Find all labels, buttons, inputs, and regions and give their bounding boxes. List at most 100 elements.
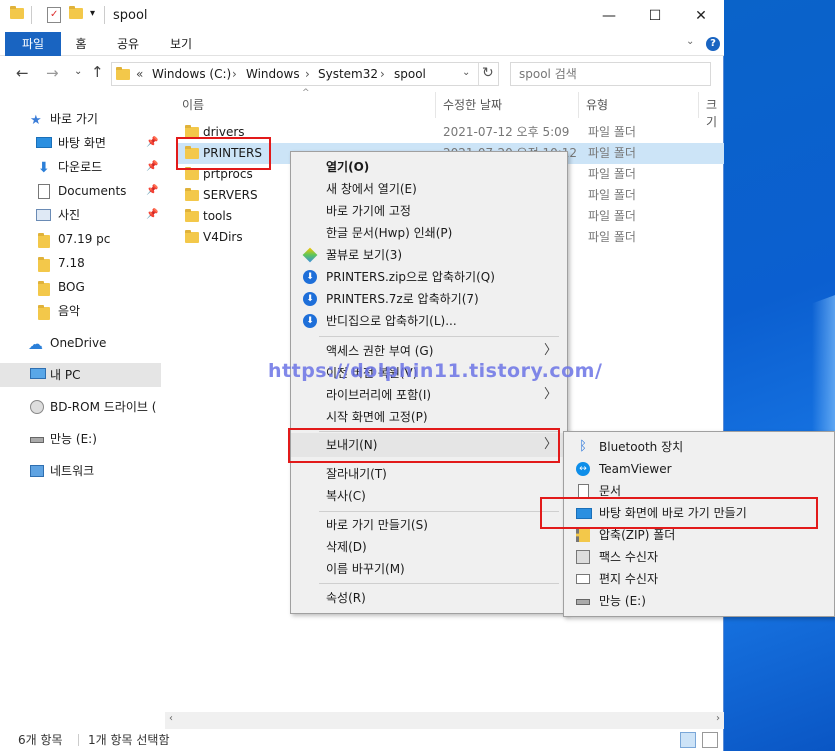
window-title: spool	[113, 8, 148, 23]
sendto-teamviewer[interactable]: ↔ TeamViewer	[564, 458, 834, 480]
chevron-right-icon: 〉	[543, 387, 557, 402]
maximize-button[interactable]: ☐	[632, 0, 678, 32]
minimize-button[interactable]: —	[586, 0, 632, 32]
menu-properties[interactable]: 속성(R)	[291, 587, 567, 609]
nav-bd-rom[interactable]: BD-ROM 드라이브 (	[0, 396, 161, 418]
menu-cut[interactable]: 잘라내기(T)	[291, 463, 567, 485]
honeyview-icon	[302, 247, 318, 263]
menu-delete[interactable]: 삭제(D)	[291, 536, 567, 558]
menu-pin-quick-access[interactable]: 바로 가기에 고정	[291, 200, 567, 222]
chevron-right-icon[interactable]: ›	[305, 67, 310, 81]
menu-bandizip[interactable]: ⬇ 반디집으로 압축하기(L)...	[291, 310, 567, 332]
pin-icon[interactable]: 📌	[146, 204, 158, 226]
forward-arrow-icon[interactable]: →	[46, 64, 59, 82]
nav-drive-e[interactable]: 만능 (E:)	[0, 428, 161, 450]
close-button[interactable]: ✕	[678, 0, 724, 32]
mail-icon	[576, 574, 590, 584]
nav-documents[interactable]: Documents 📌	[0, 180, 161, 202]
tab-share[interactable]: 공유	[110, 32, 146, 56]
up-arrow-icon[interactable]: ↑	[91, 63, 104, 81]
breadcrumb-system32[interactable]: System32	[318, 67, 378, 81]
help-icon[interactable]: ?	[706, 37, 720, 51]
refresh-icon[interactable]: ↻	[482, 65, 494, 81]
menu-open-new-window[interactable]: 새 창에서 열기(E)	[291, 178, 567, 200]
folder-icon	[116, 67, 130, 83]
nav-folder-718[interactable]: 7.18	[0, 252, 161, 274]
menu-honeyview[interactable]: 꿀뷰로 보기(3)	[291, 244, 567, 266]
nav-onedrive[interactable]: ☁ OneDrive	[0, 332, 161, 354]
breadcrumb-drive[interactable]: Windows (C:)	[152, 67, 231, 81]
star-icon: ★	[30, 113, 42, 128]
search-input[interactable]: spool 검색	[510, 62, 711, 86]
sendto-drive-e[interactable]: 만능 (E:)	[564, 590, 834, 612]
fax-icon	[576, 550, 590, 564]
menu-7z[interactable]: ⬇ PRINTERS.7z로 압축하기(7)	[291, 288, 567, 310]
nav-this-pc[interactable]: 내 PC	[0, 363, 161, 387]
chevron-right-icon[interactable]: ›	[232, 67, 237, 81]
nav-folder-0719pc[interactable]: 07.19 pc	[0, 228, 161, 250]
drive-icon	[30, 437, 44, 443]
sendto-bluetooth[interactable]: ᛒ Bluetooth 장치	[564, 436, 834, 458]
chevron-right-icon: 〉	[543, 343, 557, 358]
sendto-mail[interactable]: 편지 수신자	[564, 568, 834, 590]
recent-locations-icon[interactable]: ⌄	[74, 66, 82, 77]
address-bar[interactable]: « Windows (C:) › Windows › System32 › sp…	[111, 62, 499, 86]
horizontal-scrollbar[interactable]: ‹ ›	[165, 712, 724, 729]
selected-count: 1개 항목 선택함	[88, 733, 170, 747]
folder-icon	[10, 6, 24, 22]
pin-icon[interactable]: 📌	[146, 180, 158, 202]
pictures-icon	[36, 209, 51, 221]
column-header-type[interactable]: 유형	[586, 96, 608, 113]
folder-icon	[185, 167, 199, 180]
network-icon	[30, 465, 44, 477]
tab-file[interactable]: 파일	[5, 32, 61, 56]
menu-pin-start[interactable]: 시작 화면에 고정(P)	[291, 406, 567, 428]
menu-hwp-print[interactable]: 한글 문서(Hwp) 인쇄(P)	[291, 222, 567, 244]
title-bar: ✓ ▾ spool — ☐ ✕	[0, 0, 724, 32]
breadcrumb-overflow[interactable]: «	[136, 67, 143, 81]
scroll-left-icon[interactable]: ‹	[169, 713, 173, 724]
breadcrumb-spool[interactable]: spool	[394, 67, 426, 81]
disc-icon	[30, 400, 44, 414]
pin-icon[interactable]: 📌	[146, 132, 158, 154]
column-header-date[interactable]: 수정한 날짜	[443, 96, 502, 113]
highlight-box	[540, 497, 818, 529]
address-dropdown-icon[interactable]: ⌄	[462, 67, 470, 78]
menu-give-access[interactable]: 액세스 권한 부여 (G) 〉	[291, 340, 567, 362]
new-folder-icon[interactable]	[69, 6, 83, 22]
menu-include-library[interactable]: 라이브러리에 포함(I) 〉	[291, 384, 567, 406]
tab-view[interactable]: 보기	[163, 32, 199, 56]
menu-open[interactable]: 열기(O)	[291, 156, 567, 178]
sort-ascending-icon: ^	[302, 88, 310, 98]
pin-icon[interactable]: 📌	[146, 156, 158, 178]
nav-quick-access[interactable]: ★ 바로 가기	[0, 108, 161, 130]
teamviewer-icon: ↔	[576, 462, 590, 476]
chevron-right-icon[interactable]: ›	[380, 67, 385, 81]
nav-desktop[interactable]: 바탕 화면 📌	[0, 132, 161, 154]
nav-pictures[interactable]: 사진 📌	[0, 204, 161, 226]
pc-icon	[30, 368, 46, 379]
column-header-name[interactable]: 이름	[182, 96, 204, 113]
nav-downloads[interactable]: ⬇ 다운로드 📌	[0, 156, 161, 178]
documents-icon	[38, 184, 50, 199]
breadcrumb-windows[interactable]: Windows	[246, 67, 300, 81]
download-icon: ⬇	[38, 160, 50, 176]
context-menu: 열기(O) 새 창에서 열기(E) 바로 가기에 고정 한글 문서(Hwp) 인…	[290, 151, 568, 614]
nav-folder-music[interactable]: 음악	[0, 300, 161, 322]
customize-toolbar-icon[interactable]: ▾	[90, 8, 95, 19]
scroll-right-icon[interactable]: ›	[716, 713, 720, 724]
tab-home[interactable]: 홈	[68, 32, 94, 56]
menu-create-shortcut[interactable]: 바로 가기 만들기(S)	[291, 514, 567, 536]
nav-folder-bog[interactable]: BOG	[0, 276, 161, 298]
back-arrow-icon[interactable]: ←	[16, 64, 29, 82]
properties-icon[interactable]: ✓	[47, 7, 61, 23]
expand-ribbon-icon[interactable]: ⌄	[686, 36, 694, 47]
nav-network[interactable]: 네트워크	[0, 460, 161, 482]
menu-zip[interactable]: ⬇ PRINTERS.zip으로 압축하기(Q)	[291, 266, 567, 288]
menu-rename[interactable]: 이름 바꾸기(M)	[291, 558, 567, 580]
navigation-pane: ★ 바로 가기 바탕 화면 📌 ⬇ 다운로드 📌 Documents 📌 사진 …	[0, 92, 161, 728]
details-view-icon[interactable]	[680, 732, 696, 748]
large-icons-view-icon[interactable]	[702, 732, 718, 748]
sendto-fax[interactable]: 팩스 수신자	[564, 546, 834, 568]
menu-copy[interactable]: 복사(C)	[291, 485, 567, 507]
